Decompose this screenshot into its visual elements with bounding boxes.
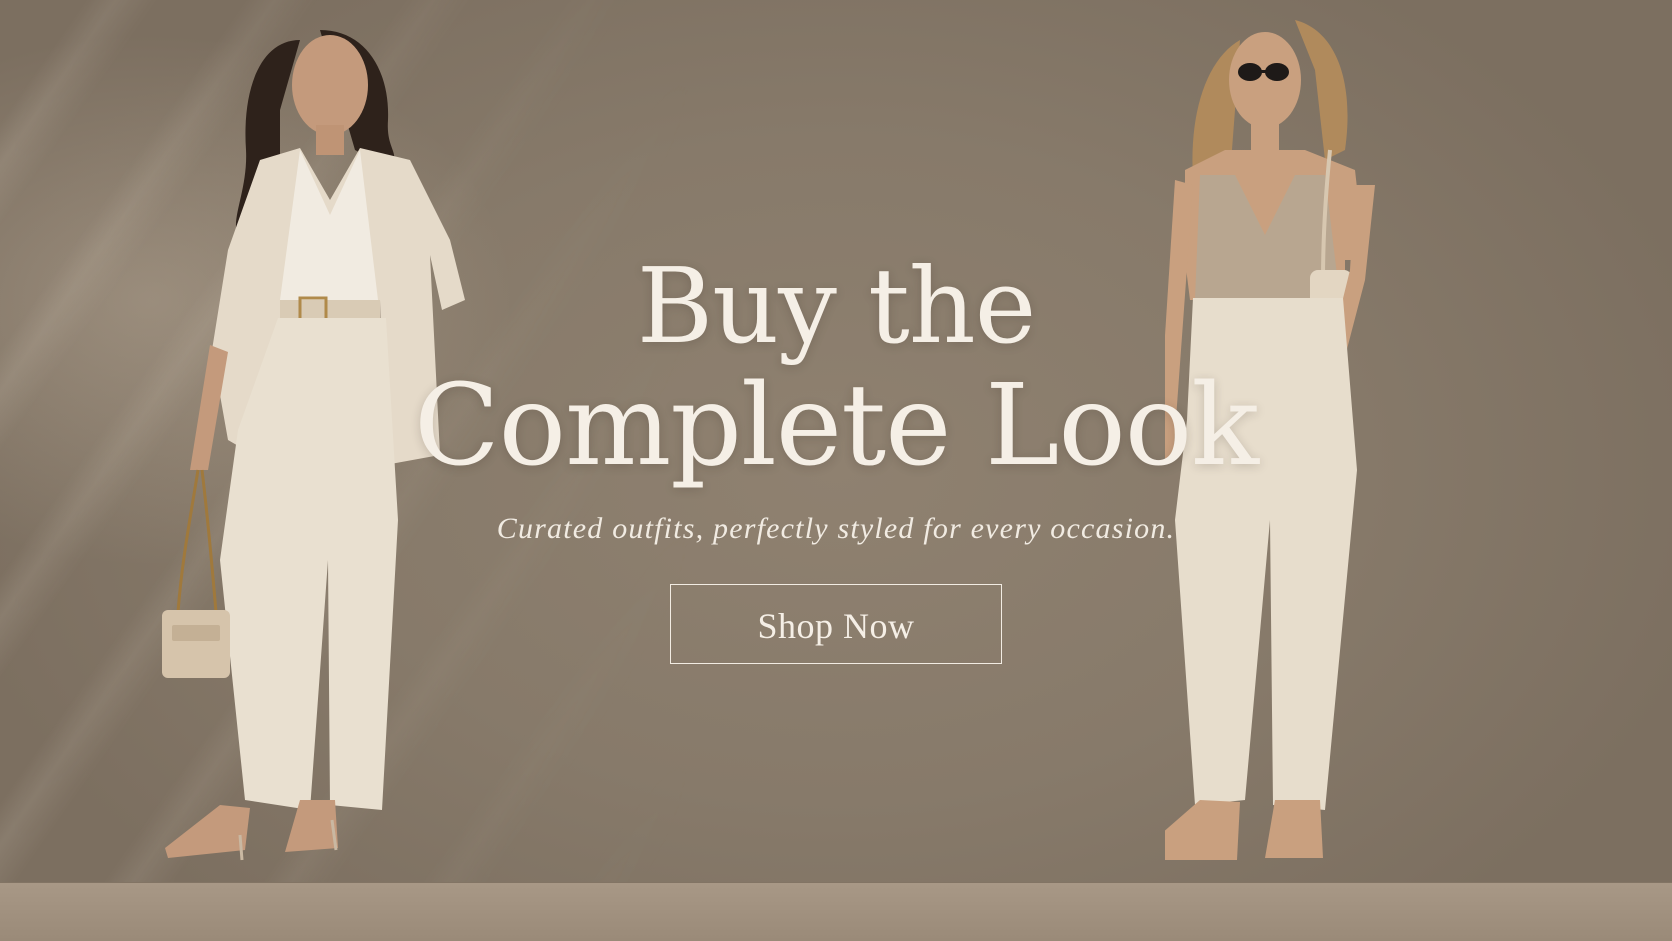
- hero-banner: Buy the Complete Look Curated outfits, p…: [0, 0, 1672, 941]
- headline-line-1: Buy the: [636, 245, 1037, 367]
- shop-now-button[interactable]: Shop Now: [670, 584, 1002, 664]
- hero-content: Buy the Complete Look Curated outfits, p…: [0, 250, 1672, 664]
- hero-subtitle: Curated outfits, perfectly styled for ev…: [496, 512, 1176, 545]
- hero-headline: Buy the Complete Look: [0, 250, 1672, 490]
- headline-line-2: Complete Look: [413, 361, 1259, 491]
